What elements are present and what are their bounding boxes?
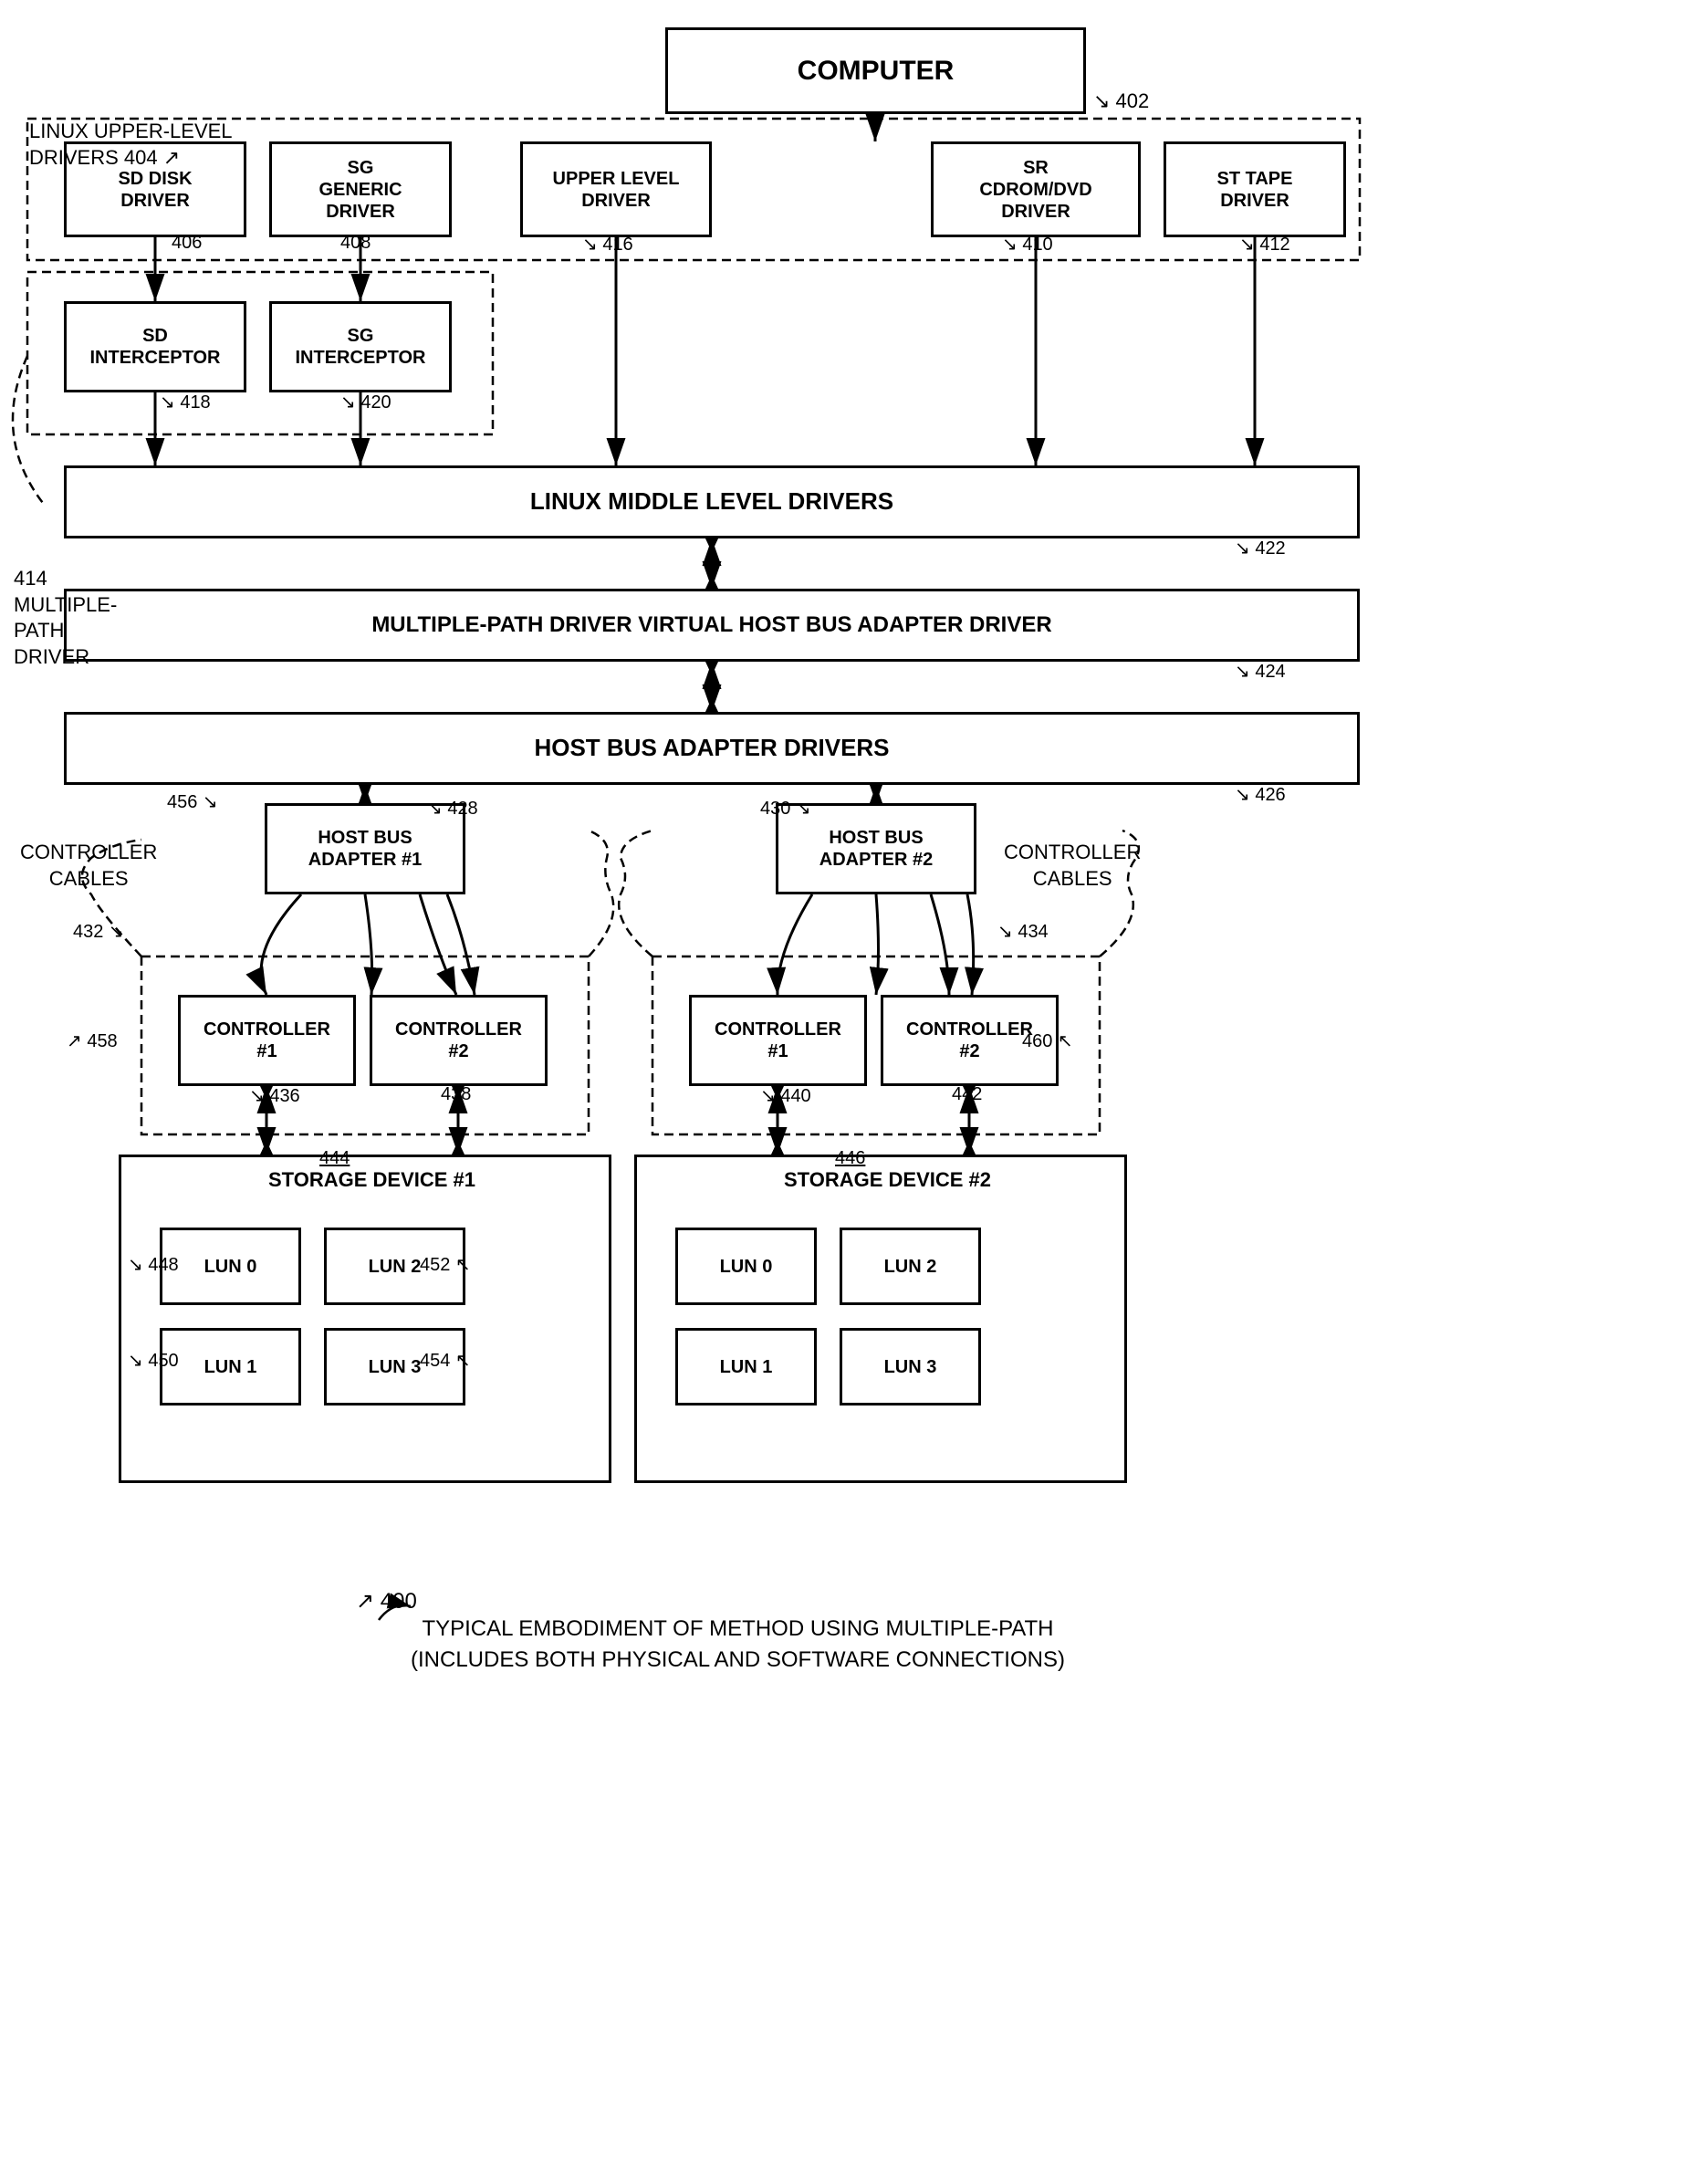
sr-cdrom-driver-box: SRCDROM/DVDDRIVER (931, 141, 1141, 237)
sd-interceptor-box: SDINTERCEPTOR (64, 301, 246, 392)
ref-440: ↘ 440 (760, 1084, 811, 1107)
ref-402: ↘ 402 (1093, 89, 1149, 113)
lun3-s2-box: LUN 3 (840, 1328, 981, 1405)
ref-416: ↘ 416 (582, 233, 633, 256)
caption-ref: ↗ 400 (356, 1588, 417, 1614)
ref-456: 456 ↘ (167, 790, 218, 813)
ref-432: 432 ↘ (73, 920, 124, 943)
linux-upper-label: LINUX UPPER-LEVELDRIVERS 404 ↗ (29, 119, 233, 171)
sg-interceptor-box: SGINTERCEPTOR (269, 301, 452, 392)
ref-418: ↘ 418 (160, 391, 211, 413)
ref-406: 406 (172, 233, 202, 254)
lun0-s1-box: LUN 0 (160, 1228, 301, 1305)
diagram-container: COMPUTER SD DISKDRIVER SGGENERICDRIVER U… (0, 0, 1691, 2184)
ref-426: ↘ 426 (1235, 783, 1286, 806)
upper-level-driver-box: UPPER LEVELDRIVER (520, 141, 712, 237)
ctrl1-box: CONTROLLER#1 (178, 995, 356, 1086)
ref-460: 460 ↖ (1022, 1029, 1073, 1052)
ref-454: 454 ↖ (420, 1349, 471, 1372)
caption-text: TYPICAL EMBODIMENT OF METHOD USING MULTI… (411, 1614, 1065, 1675)
ref-428: ↘ 428 (427, 797, 478, 820)
ref-412: ↘ 412 (1239, 233, 1290, 256)
ref-446: 446 (835, 1148, 865, 1169)
ref-442: 442 (952, 1084, 982, 1105)
lun0-s2-box: LUN 0 (675, 1228, 817, 1305)
ref-452: 452 ↖ (420, 1253, 471, 1276)
ref-436: ↘ 436 (249, 1084, 300, 1107)
ref-430: 430 ↘ (760, 797, 811, 820)
ref-422: ↘ 422 (1235, 537, 1286, 559)
computer-box: COMPUTER (665, 27, 1086, 114)
ctrl3-box: CONTROLLER#1 (689, 995, 867, 1086)
lun1-s1-box: LUN 1 (160, 1328, 301, 1405)
ref-420: ↘ 420 (340, 391, 391, 413)
ref-434: ↘ 434 (997, 920, 1049, 943)
ref-424: ↘ 424 (1235, 660, 1286, 683)
ctrl2-box: CONTROLLER#2 (370, 995, 548, 1086)
ref-444: 444 (319, 1148, 350, 1169)
hba-drivers-box: HOST BUS ADAPTER DRIVERS (64, 712, 1360, 785)
ctrl-cables-right-label: CONTROLLERCABLES (1004, 840, 1141, 892)
storage2-box: STORAGE DEVICE #2 (634, 1155, 1127, 1483)
ref-448: ↘ 448 (128, 1253, 179, 1276)
sg-generic-driver-box: SGGENERICDRIVER (269, 141, 452, 237)
ref-438: 438 (441, 1084, 471, 1105)
mp-driver-box: MULTIPLE-PATH DRIVER VIRTUAL HOST BUS AD… (64, 589, 1360, 662)
ctrl-cables-left-label: CONTROLLERCABLES (20, 840, 157, 892)
storage1-box: STORAGE DEVICE #1 (119, 1155, 611, 1483)
mp-driver-label: 414MULTIPLE-PATHDRIVER (14, 566, 117, 670)
ref-410: ↘ 410 (1002, 233, 1053, 256)
lun1-s2-box: LUN 1 (675, 1328, 817, 1405)
ref-450: ↘ 450 (128, 1349, 179, 1372)
ref-458: ↗ 458 (67, 1029, 118, 1052)
ref-408: 408 (340, 233, 371, 254)
linux-middle-drivers-box: LINUX MIDDLE LEVEL DRIVERS (64, 465, 1360, 538)
lun2-s2-box: LUN 2 (840, 1228, 981, 1305)
st-tape-driver-box: ST TAPEDRIVER (1164, 141, 1346, 237)
